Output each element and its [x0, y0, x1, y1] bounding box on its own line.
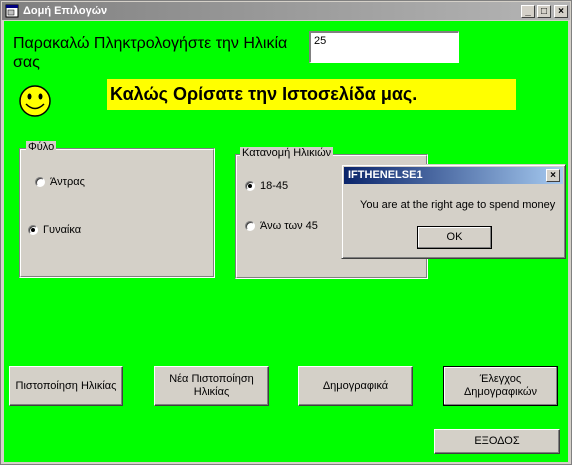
dialog-title: IFTHENELSE1 — [348, 169, 423, 181]
main-window: Δομή Επιλογών _ □ × Παρακαλώ Πληκτρολογή… — [0, 0, 572, 465]
close-button[interactable]: × — [554, 5, 568, 18]
age-prompt-label: Παρακαλώ Πληκτρολογήστε την Ηλικία σας — [13, 35, 288, 71]
message-dialog: IFTHENELSE1 × You are at the right age t… — [341, 164, 566, 259]
dialog-message: You are at the right age to spend money — [360, 199, 556, 211]
ok-button[interactable]: OK — [417, 226, 492, 249]
maximize-button[interactable]: □ — [537, 5, 551, 18]
new-verify-age-button[interactable]: Νέα Πιστοποίηση Ηλικίας — [154, 366, 269, 406]
radio-male[interactable]: Άντρας — [35, 176, 85, 188]
window-title: Δομή Επιλογών — [23, 5, 108, 17]
radio-over-45[interactable]: Άνω των 45 — [245, 220, 318, 232]
radio-button-icon[interactable] — [245, 221, 255, 231]
app-icon — [5, 4, 19, 18]
radio-18-45[interactable]: 18-45 — [245, 180, 288, 192]
demographics-button[interactable]: Δημογραφικά — [298, 366, 413, 406]
exit-button[interactable]: ΕΞΟΔΟΣ — [434, 429, 560, 454]
radio-button-icon[interactable] — [35, 177, 45, 187]
age-range-frame-title: Κατανομή Ηλικιών — [240, 147, 334, 159]
radio-button-icon[interactable] — [28, 225, 38, 235]
dialog-title-bar[interactable]: IFTHENELSE1 × — [344, 167, 563, 184]
radio-female-label: Γυναίκα — [43, 224, 82, 236]
minimize-button[interactable]: _ — [521, 5, 535, 18]
verify-age-button[interactable]: Πιστοποίηση Ηλικίας — [9, 366, 123, 406]
gender-frame: Φύλο Άντρας Γυναίκα — [19, 141, 215, 278]
dialog-close-icon[interactable]: × — [546, 169, 560, 182]
radio-over-45-label: Άνω των 45 — [260, 220, 318, 232]
radio-18-45-label: 18-45 — [260, 180, 289, 192]
age-input[interactable]: 25 — [309, 31, 459, 63]
check-demographics-button[interactable]: Έλεγχος Δημογραφικών — [443, 366, 558, 406]
radio-male-label: Άντρας — [50, 176, 85, 188]
smiley-icon — [19, 85, 51, 117]
gender-frame-title: Φύλο — [26, 141, 57, 153]
radio-button-icon[interactable] — [245, 181, 255, 191]
welcome-banner: Καλώς Ορίσατε την Ιστοσελίδα μας. — [107, 79, 516, 110]
title-bar[interactable]: Δομή Επιλογών _ □ × — [2, 2, 570, 20]
radio-female[interactable]: Γυναίκα — [28, 224, 81, 236]
